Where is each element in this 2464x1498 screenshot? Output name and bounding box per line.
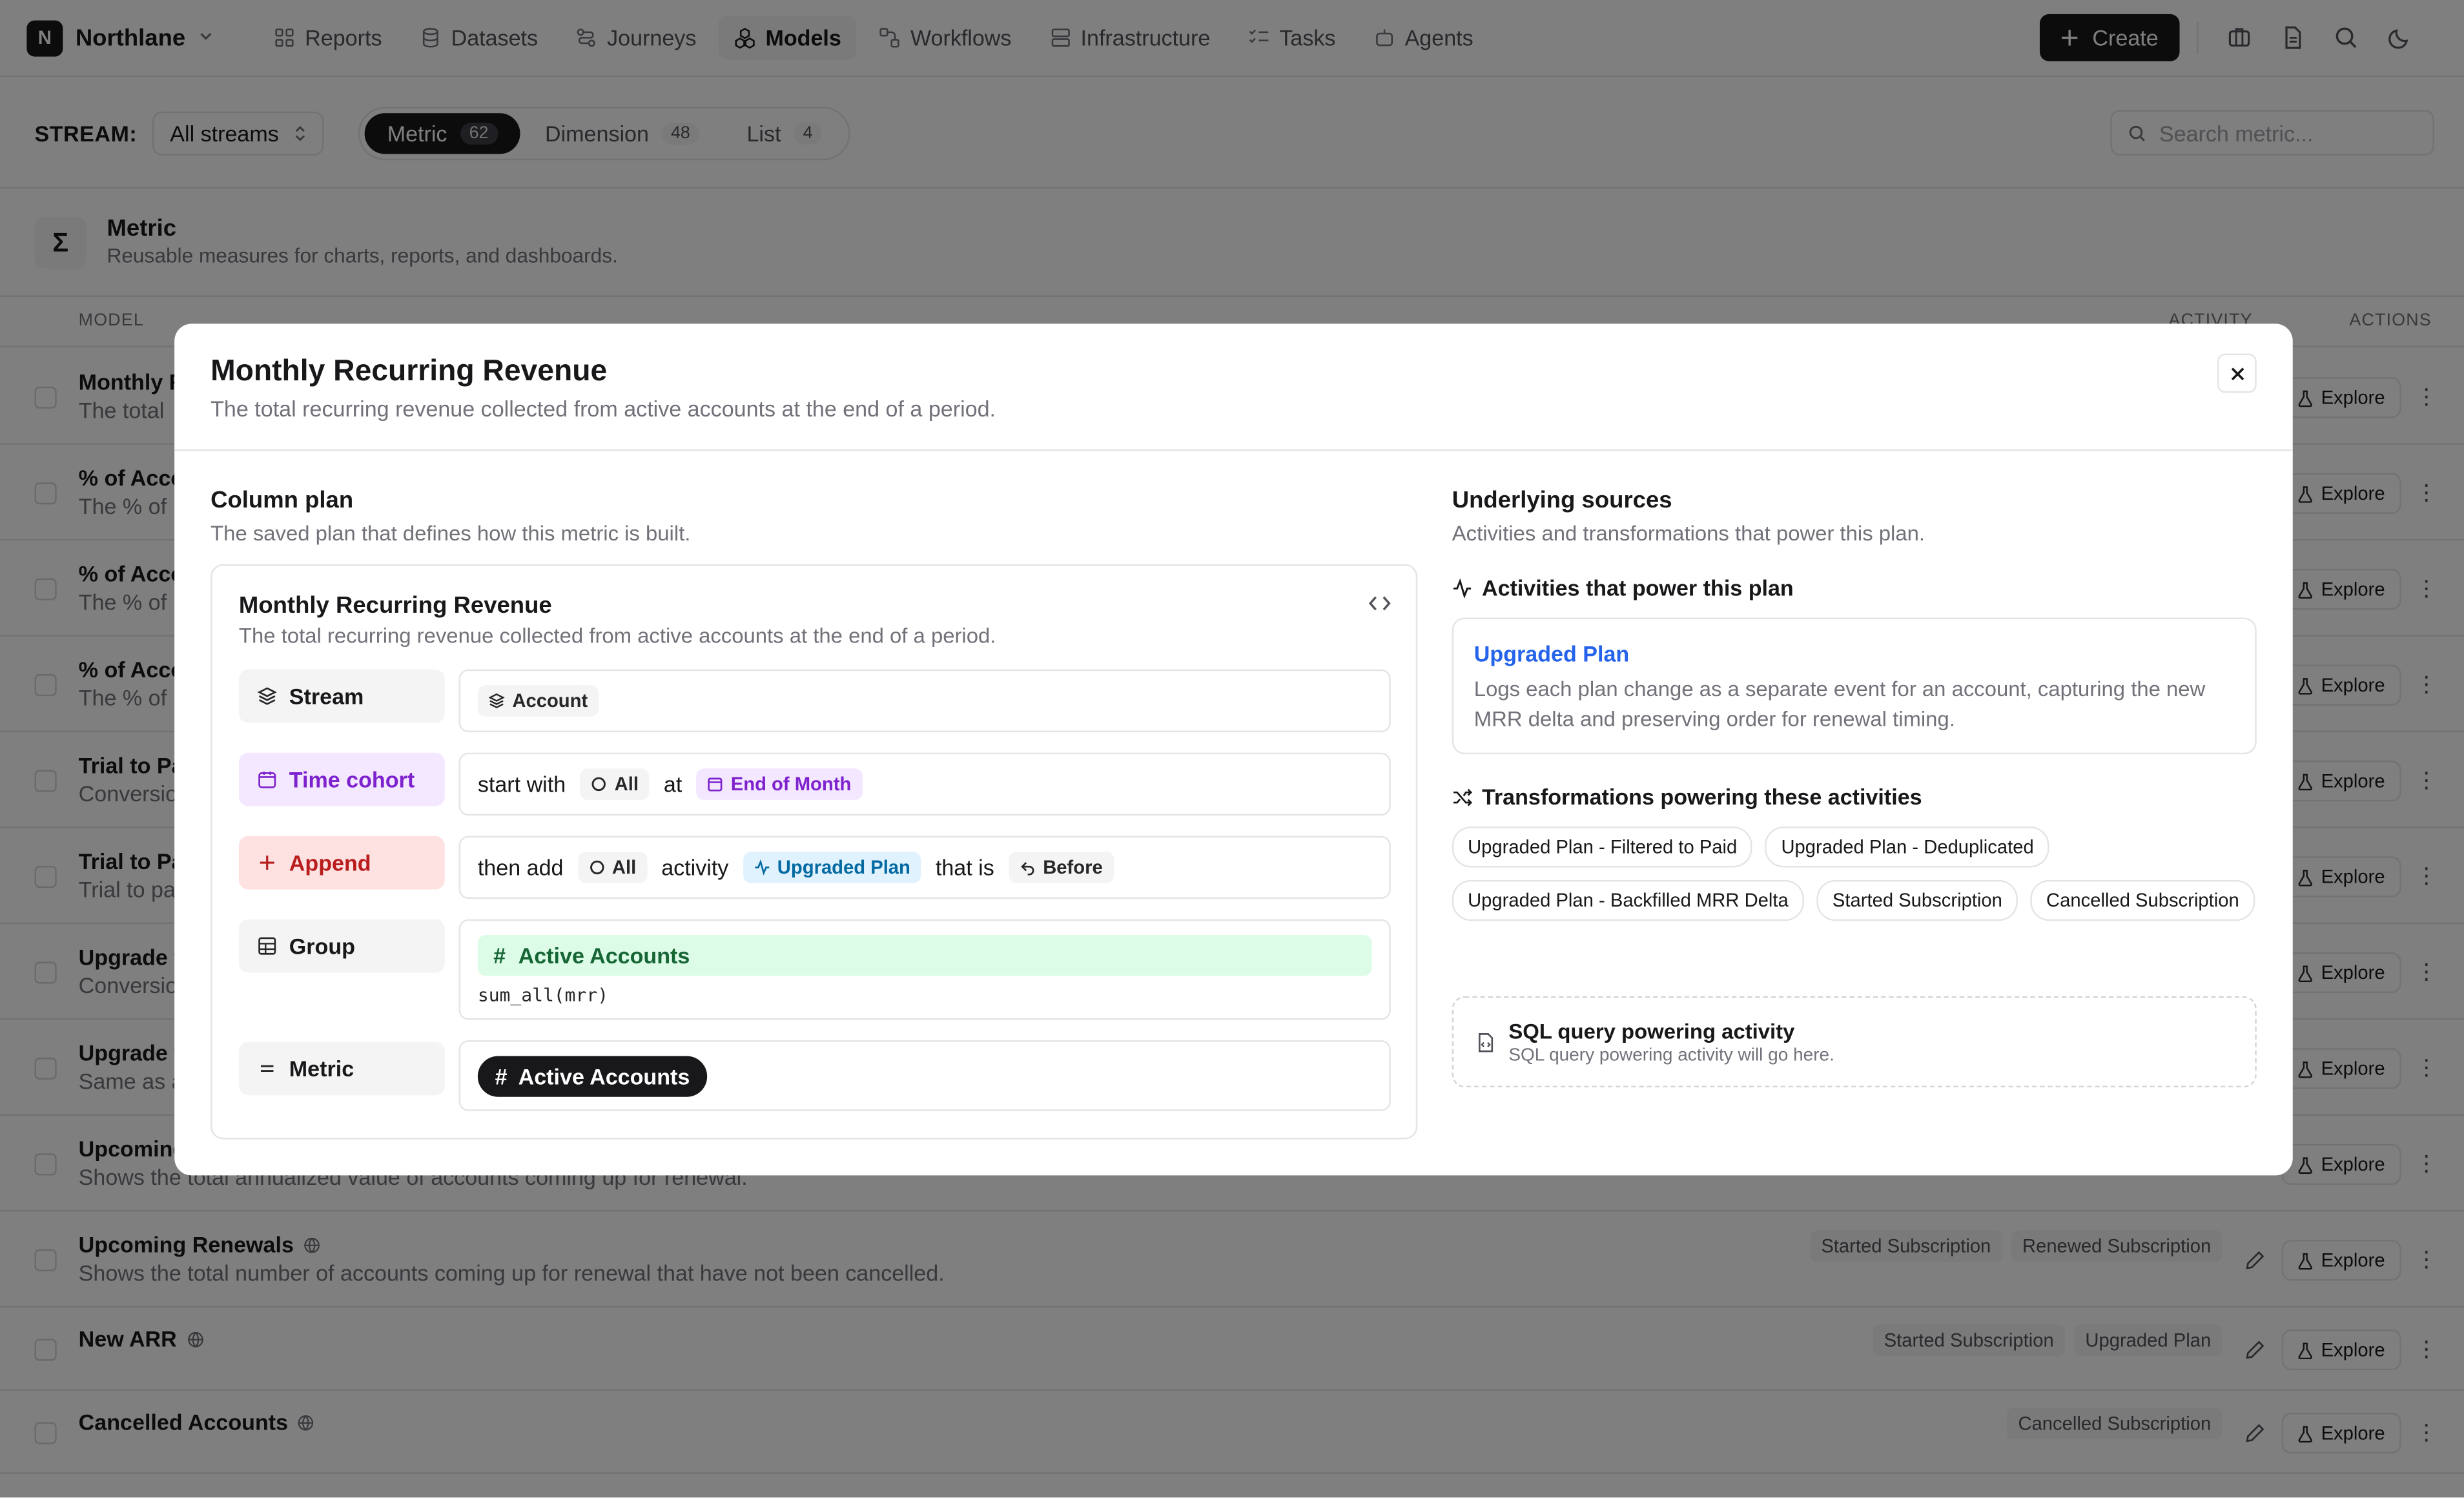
activity-name-link[interactable]: Upgraded Plan xyxy=(1474,641,1629,666)
step-label: Group xyxy=(289,933,356,959)
equals-icon xyxy=(260,1065,274,1072)
plan-step-metric[interactable]: Metric xyxy=(238,1041,445,1096)
layers-icon xyxy=(258,687,277,705)
append-relation-chip[interactable]: Before xyxy=(1008,852,1114,883)
activity-icon xyxy=(754,859,769,876)
chip-label: Upgraded Plan xyxy=(777,856,910,879)
transformation-chip[interactable]: Upgraded Plan - Filtered to Paid xyxy=(1452,826,1753,868)
chip-label: All xyxy=(614,773,639,795)
circle-icon xyxy=(591,777,606,792)
sql-query-box[interactable]: SQL query powering activity SQL query po… xyxy=(1452,996,2257,1088)
calendar-icon xyxy=(708,777,723,792)
transformations-heading: Transformations powering these activitie… xyxy=(1452,784,1922,809)
cohort-all-chip[interactable]: All xyxy=(580,768,650,800)
transformation-chip[interactable]: Cancelled Subscription xyxy=(2030,879,2255,921)
sql-title: SQL query powering activity xyxy=(1508,1020,1795,1043)
file-code-icon xyxy=(1478,1033,1494,1052)
metric-pill[interactable]: # Active Accounts xyxy=(477,1055,708,1096)
group-value-box[interactable]: # Active Accounts sum_all(mrr) xyxy=(458,919,1391,1020)
modal-subtitle: The total recurring revenue collected fr… xyxy=(210,396,996,422)
activities-heading: Activities that power this plan xyxy=(1452,575,1794,600)
underlying-sources-subheading: Activities and transformations that powe… xyxy=(1452,521,1925,546)
append-text-activity: activity xyxy=(661,854,729,880)
transformations-heading-label: Transformations powering these activitie… xyxy=(1481,784,1922,810)
stream-chip[interactable]: Account xyxy=(477,685,599,717)
step-label: Metric xyxy=(289,1056,354,1082)
group-aggregation-code: sum_all(mrr) xyxy=(477,983,609,1005)
plus-icon xyxy=(260,856,274,870)
plan-step-stream[interactable]: Stream xyxy=(238,669,445,723)
group-column-label: Active Accounts xyxy=(518,942,690,967)
cohort-text-start: start with xyxy=(477,771,566,797)
plan-subtitle: The total recurring revenue collected fr… xyxy=(238,624,996,648)
stream-value-box[interactable]: Account xyxy=(458,669,1391,733)
append-all-chip[interactable]: All xyxy=(577,852,648,883)
plan-step-append[interactable]: Append xyxy=(238,836,445,890)
chip-label: Before xyxy=(1043,856,1103,879)
hash-icon: # xyxy=(495,1063,508,1089)
cohort-text-at: at xyxy=(663,771,683,797)
activity-card[interactable]: Upgraded Plan Logs each plan change as a… xyxy=(1452,617,2257,755)
modal-title: Monthly Recurring Revenue xyxy=(210,355,608,389)
sql-subtitle: SQL query powering activity will go here… xyxy=(1508,1046,1834,1066)
chip-label: All xyxy=(611,856,637,879)
code-icon[interactable] xyxy=(1367,591,1392,616)
plan-title: Monthly Recurring Revenue xyxy=(238,592,552,619)
layers-icon xyxy=(488,693,505,708)
shuffle-icon xyxy=(1453,788,1473,806)
transformation-chip[interactable]: Started Subscription xyxy=(1816,879,2018,921)
calendar-clock-icon xyxy=(258,771,276,788)
column-plan-card: Monthly Recurring Revenue The total recu… xyxy=(210,564,1418,1140)
step-label: Append xyxy=(289,850,371,876)
metric-detail-modal: Monthly Recurring Revenue The total recu… xyxy=(174,323,2293,1176)
undo-icon xyxy=(1020,862,1034,876)
table-icon xyxy=(258,937,276,955)
activity-description: Logs each plan change as a separate even… xyxy=(1473,677,2206,731)
group-column-bar[interactable]: # Active Accounts xyxy=(477,934,1372,976)
step-label: Time cohort xyxy=(289,766,415,792)
plan-step-group[interactable]: Group xyxy=(238,919,445,973)
close-button[interactable] xyxy=(2217,353,2257,393)
activity-icon xyxy=(1453,577,1472,598)
underlying-sources-heading: Underlying sources xyxy=(1452,487,1672,514)
metric-pill-label: Active Accounts xyxy=(518,1063,690,1089)
circle-icon xyxy=(589,860,604,875)
stream-chip-label: Account xyxy=(512,690,588,712)
time-cohort-value-box[interactable]: start with All at End of Month xyxy=(458,752,1391,816)
divider xyxy=(174,449,2293,451)
step-label: Stream xyxy=(289,683,364,709)
cohort-period-chip[interactable]: End of Month xyxy=(696,768,863,800)
transformation-chip[interactable]: Upgraded Plan - Backfilled MRR Delta xyxy=(1452,879,1805,921)
transformation-chips: Upgraded Plan - Filtered to Paid Upgraded… xyxy=(1452,826,2257,921)
append-activity-chip[interactable]: Upgraded Plan xyxy=(743,852,921,883)
hash-icon: # xyxy=(493,942,506,967)
metric-value-box[interactable]: # Active Accounts xyxy=(458,1040,1391,1111)
activities-heading-label: Activities that power this plan xyxy=(1481,575,1794,600)
append-text-that-is: that is xyxy=(935,854,994,880)
transformation-chip[interactable]: Upgraded Plan - Deduplicated xyxy=(1765,826,2050,868)
append-text-then-add: then add xyxy=(477,854,564,880)
column-plan-subheading: The saved plan that defines how this met… xyxy=(210,521,691,546)
close-icon xyxy=(2230,367,2244,380)
plan-step-time-cohort[interactable]: Time cohort xyxy=(238,752,445,806)
column-plan-heading: Column plan xyxy=(210,487,354,514)
app-root: N Northlane ReportsDatasetsJourneysModel… xyxy=(0,0,2464,1498)
chip-label: End of Month xyxy=(730,773,852,795)
append-value-box[interactable]: then add All activity Upgraded Plan that… xyxy=(458,836,1391,899)
